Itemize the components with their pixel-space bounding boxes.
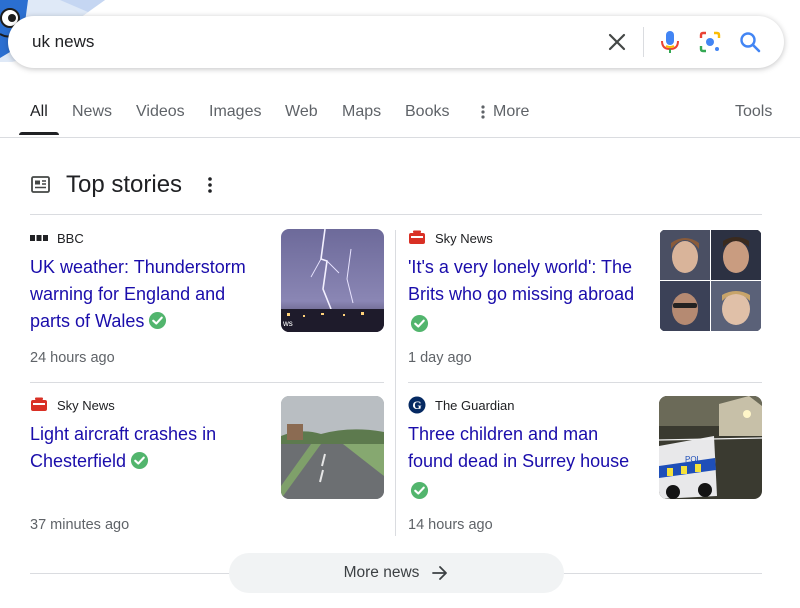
guardian-logo-icon: G: [408, 396, 426, 414]
more-news-label: More news: [343, 564, 420, 581]
story-thumbnail[interactable]: POL: [659, 396, 762, 499]
search-icon[interactable]: [730, 22, 770, 62]
arrow-right-icon: [432, 566, 448, 580]
story-card[interactable]: Sky News 'It's a very lonely world': The…: [408, 229, 762, 389]
story-thumbnail[interactable]: ws: [281, 229, 384, 332]
verified-icon: [149, 311, 167, 330]
top-stories-divider: [30, 214, 762, 215]
top-stories-header: Top stories: [30, 170, 220, 200]
svg-text:POL: POL: [685, 455, 702, 464]
search-tabs: All News Videos Images Web Maps Books Mo…: [0, 95, 800, 138]
search-bar[interactable]: uk news: [8, 16, 784, 68]
mic-icon[interactable]: [650, 22, 690, 62]
story-source: Sky News: [30, 396, 115, 414]
story-headline-text: Three children and man found dead in Sur…: [408, 424, 630, 471]
active-tab-indicator: [19, 132, 59, 135]
bbc-logo-icon: [30, 229, 48, 247]
top-stories-menu-button[interactable]: [200, 173, 220, 197]
svg-text:ws: ws: [282, 319, 293, 328]
story-card[interactable]: G The Guardian Three children and man fo…: [408, 396, 762, 556]
more-news-button[interactable]: More news: [229, 553, 564, 593]
tab-books[interactable]: Books: [405, 103, 449, 121]
more-vert-icon: [208, 177, 212, 193]
story-source-label: Sky News: [435, 230, 493, 246]
story-headline[interactable]: Three children and man found dead in Sur…: [408, 421, 640, 500]
verified-icon: [410, 481, 429, 500]
story-column-divider: [395, 230, 396, 536]
tab-videos[interactable]: Videos: [136, 103, 185, 121]
verified-icon: [410, 314, 429, 333]
story-time: 14 hours ago: [408, 517, 493, 533]
story-source: G The Guardian: [408, 396, 515, 414]
tools-button[interactable]: Tools: [735, 103, 772, 121]
story-thumbnail[interactable]: [281, 396, 384, 499]
verified-icon: [130, 451, 149, 470]
story-card[interactable]: BBC UK weather: Thunderstorm warning for…: [30, 229, 384, 389]
search-input[interactable]: uk news: [32, 32, 597, 52]
story-thumbnail[interactable]: [659, 229, 762, 332]
story-headline[interactable]: UK weather: Thunderstorm warning for Eng…: [30, 254, 262, 335]
story-source-label: Sky News: [57, 397, 115, 413]
more-vert-icon: [481, 105, 485, 119]
story-time: 24 hours ago: [30, 350, 115, 366]
sky-news-logo-icon: [30, 396, 48, 414]
tab-web[interactable]: Web: [285, 103, 318, 121]
story-card[interactable]: Sky News Light aircraft crashes in Chest…: [30, 396, 384, 556]
story-source-label: The Guardian: [435, 397, 515, 413]
story-time: 1 day ago: [408, 350, 472, 366]
story-source: Sky News: [408, 229, 493, 247]
story-source: BBC: [30, 229, 84, 247]
top-stories-title: Top stories: [66, 171, 183, 198]
lens-icon[interactable]: [690, 22, 730, 62]
story-time: 37 minutes ago: [30, 517, 130, 533]
story-headline-text: 'It's a very lonely world': The Brits wh…: [408, 257, 635, 304]
search-bar-divider: [643, 27, 644, 57]
story-headline-text: UK weather: Thunderstorm warning for Eng…: [30, 257, 246, 331]
svg-text:G: G: [412, 398, 421, 412]
tab-news[interactable]: News: [72, 103, 112, 121]
story-headline[interactable]: 'It's a very lonely world': The Brits wh…: [408, 254, 640, 333]
tab-more[interactable]: More: [478, 103, 529, 121]
newspaper-icon: [31, 176, 50, 193]
tab-images[interactable]: Images: [209, 103, 261, 121]
tab-all[interactable]: All: [30, 103, 48, 121]
tab-maps[interactable]: Maps: [342, 103, 381, 121]
sky-news-logo-icon: [408, 229, 426, 247]
story-divider: [408, 382, 762, 383]
tab-more-label: More: [493, 103, 530, 120]
story-headline[interactable]: Light aircraft crashes in Chesterfield: [30, 421, 262, 475]
story-headline-text: Light aircraft crashes in Chesterfield: [30, 424, 217, 471]
clear-icon[interactable]: [597, 22, 637, 62]
story-divider: [30, 382, 384, 383]
story-source-label: BBC: [57, 230, 84, 246]
